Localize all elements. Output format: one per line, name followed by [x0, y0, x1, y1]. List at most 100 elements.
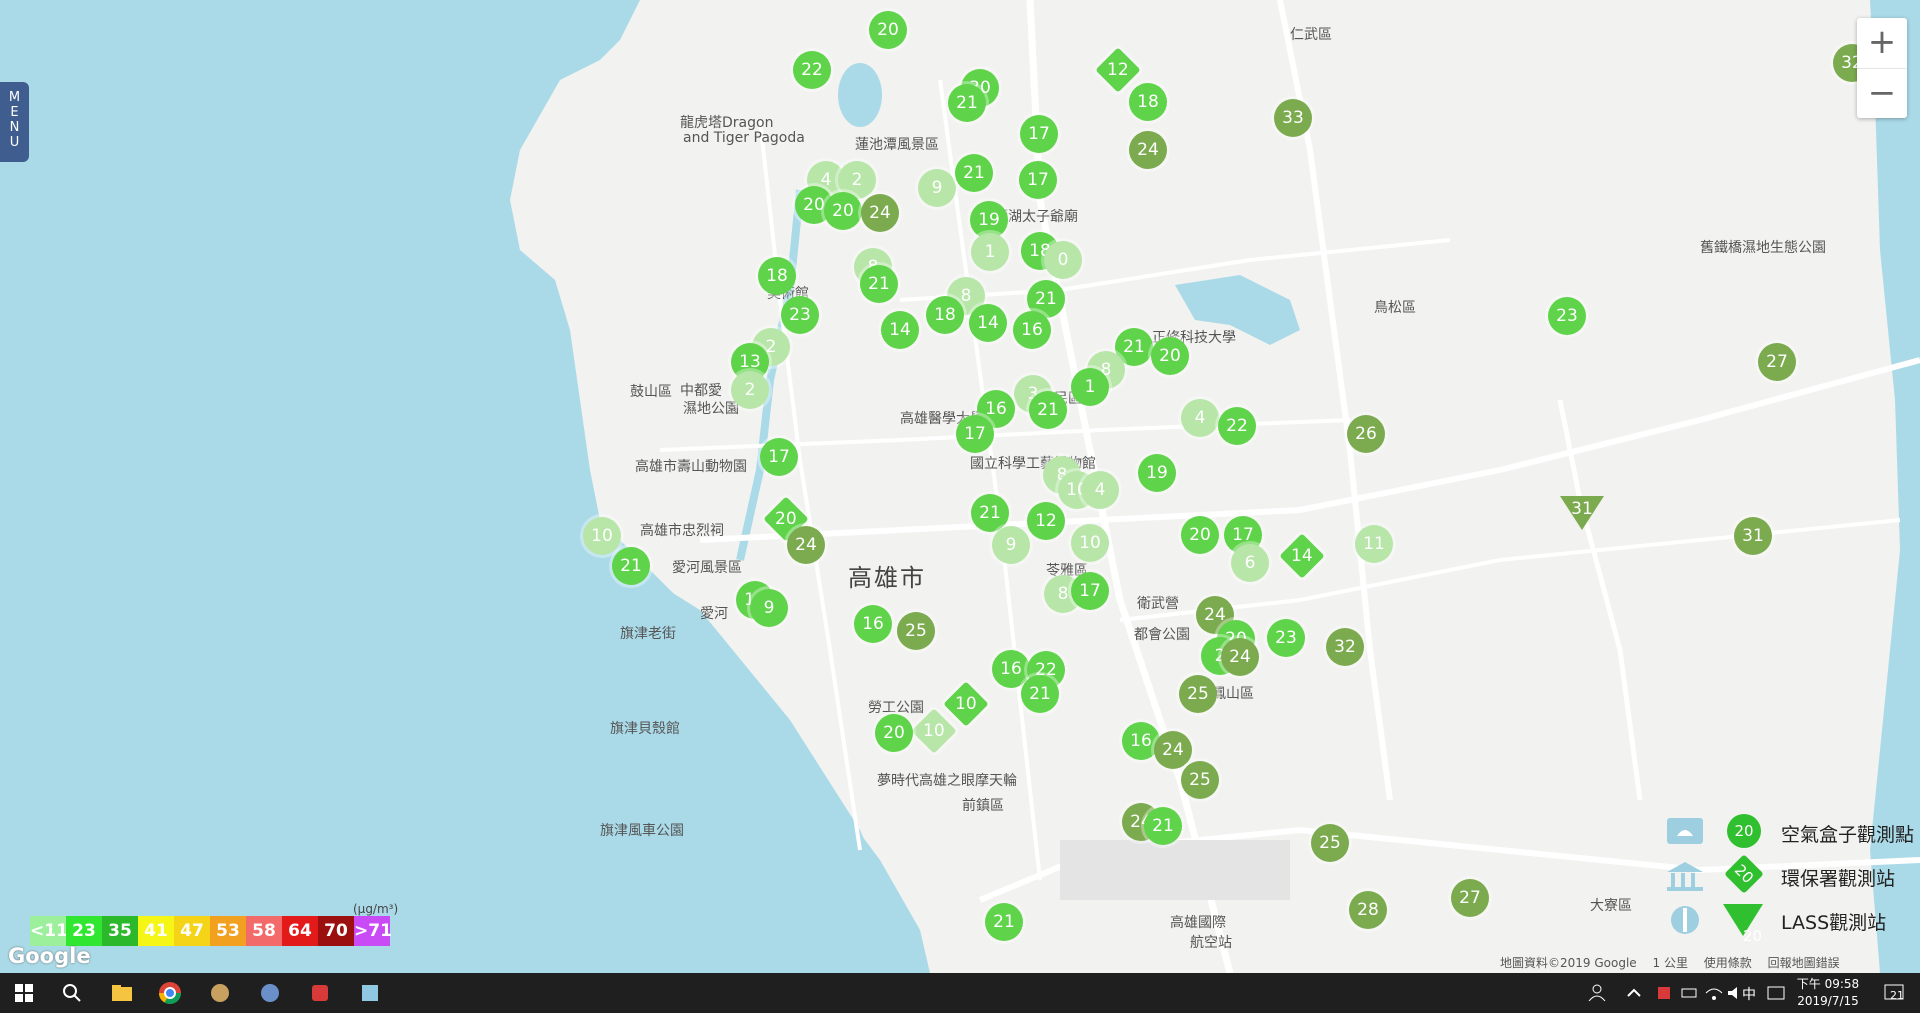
station-marker-value: 20 — [1189, 525, 1211, 545]
station-marker[interactable]: 24 — [1154, 731, 1192, 769]
zoom-out-button[interactable]: − — [1857, 69, 1907, 119]
station-marker-value: 20 — [883, 723, 905, 743]
station-marker[interactable]: 21 — [860, 265, 898, 303]
station-marker[interactable]: 23 — [1267, 619, 1305, 657]
place-label: 蓮池潭風景區 — [855, 137, 939, 153]
station-marker[interactable]: 31 — [1560, 496, 1604, 530]
station-marker[interactable]: 25 — [1311, 824, 1349, 862]
station-marker[interactable]: 21 — [985, 903, 1023, 941]
place-label: 濕地公園 — [683, 401, 739, 417]
station-marker[interactable]: 21 — [948, 84, 986, 122]
place-label: 航空站 — [1190, 935, 1232, 951]
zoom-in-button[interactable]: + — [1857, 18, 1907, 69]
station-marker-value: 10 — [1079, 533, 1101, 553]
station-marker[interactable]: 24 — [861, 194, 899, 232]
place-label: 中都愛 — [680, 383, 722, 399]
station-marker[interactable]: 14 — [881, 311, 919, 349]
station-marker[interactable]: 26 — [1347, 415, 1385, 453]
station-marker[interactable]: 20 — [1181, 516, 1219, 554]
station-marker[interactable]: 10 — [583, 517, 621, 555]
search-icon[interactable] — [58, 979, 86, 1007]
station-marker-value: 21 — [993, 912, 1015, 932]
station-marker[interactable]: 17 — [1020, 115, 1058, 153]
station-marker[interactable]: 24 — [1129, 131, 1167, 169]
station-marker[interactable]: 10 — [1071, 524, 1109, 562]
station-marker[interactable]: 4 — [1181, 399, 1219, 437]
station-marker[interactable]: 2 — [731, 371, 769, 409]
station-marker[interactable]: 11 — [1355, 525, 1393, 563]
station-marker[interactable]: 17 — [1071, 572, 1109, 610]
station-marker[interactable]: 6 — [1231, 544, 1269, 582]
file-explorer-icon[interactable] — [108, 979, 136, 1007]
station-marker[interactable]: 1 — [1071, 368, 1109, 406]
station-marker[interactable]: 31 — [1734, 517, 1772, 555]
station-marker[interactable]: 27 — [1451, 879, 1489, 917]
chrome-icon[interactable] — [156, 979, 184, 1007]
aqi-scale-swatch: >71 — [354, 916, 392, 946]
station-marker[interactable]: 18 — [1129, 83, 1167, 121]
people-icon[interactable] — [1583, 979, 1611, 1007]
place-label: 高雄市 — [848, 564, 926, 592]
station-marker[interactable]: 12 — [1027, 502, 1065, 540]
station-marker[interactable]: 21 — [1144, 807, 1182, 845]
station-marker[interactable]: 23 — [1548, 297, 1586, 335]
chevron-up-icon[interactable] — [1620, 979, 1648, 1007]
app-icon-4[interactable] — [356, 979, 384, 1007]
station-marker[interactable]: 20 — [824, 192, 862, 230]
station-marker[interactable]: 4 — [1081, 471, 1119, 509]
basemap — [0, 0, 1920, 973]
report-error-link[interactable]: 回報地圖錯誤 — [1768, 956, 1840, 970]
station-marker[interactable]: 16 — [1013, 311, 1051, 349]
station-marker[interactable]: 18 — [926, 296, 964, 334]
station-marker[interactable]: 16 — [854, 605, 892, 643]
station-marker[interactable]: 17 — [1019, 161, 1057, 199]
station-marker[interactable]: 20 — [1151, 337, 1189, 375]
station-marker[interactable]: 17 — [760, 438, 798, 476]
terms-link[interactable]: 使用條款 — [1704, 956, 1752, 970]
station-marker[interactable]: 21 — [955, 154, 993, 192]
station-marker[interactable]: 21 — [1029, 391, 1067, 429]
windows-start-icon[interactable] — [10, 979, 38, 1007]
station-marker[interactable]: 24 — [787, 526, 825, 564]
app-icon-2[interactable] — [256, 979, 284, 1007]
station-marker-value: 14 — [889, 320, 911, 340]
station-marker-value: 24 — [795, 535, 817, 555]
station-marker[interactable]: 9 — [918, 169, 956, 207]
station-marker[interactable]: 21 — [612, 547, 650, 585]
menu-tab[interactable]: MENU — [0, 82, 29, 162]
place-label: 舊鐵橋濕地生態公園 — [1700, 240, 1826, 256]
station-marker[interactable]: 1 — [971, 233, 1009, 271]
station-marker[interactable]: 19 — [1138, 454, 1176, 492]
station-marker[interactable]: 28 — [1349, 891, 1387, 929]
app-icon-1[interactable] — [206, 979, 234, 1007]
station-marker[interactable]: 22 — [793, 51, 831, 89]
station-marker[interactable]: 21 — [1021, 675, 1059, 713]
station-marker[interactable]: 0 — [1044, 241, 1082, 279]
place-label: 高雄市壽山動物園 — [635, 459, 747, 475]
station-marker[interactable]: 23 — [781, 296, 819, 334]
security-icon[interactable] — [1650, 979, 1678, 1007]
station-marker[interactable]: 14 — [969, 304, 1007, 342]
station-marker[interactable]: 18 — [758, 257, 796, 295]
taskbar-clock[interactable]: 下午 09:58 2019/7/15 — [1788, 976, 1868, 1010]
station-marker[interactable]: 25 — [1179, 675, 1217, 713]
station-marker-value: 26 — [1355, 424, 1377, 444]
map-canvas[interactable]: 仁武區 鳥松區 鼓山區 高雄市 苓雅區 鳳山區 前鎮區 大寮區 龍虎塔Dragon and Tig… — [0, 0, 1920, 973]
station-marker[interactable]: 27 — [1758, 343, 1796, 381]
station-marker[interactable]: 25 — [1181, 761, 1219, 799]
station-marker[interactable]: 25 — [897, 612, 935, 650]
station-marker[interactable]: 24 — [1221, 638, 1259, 676]
app-icon-3[interactable] — [306, 979, 334, 1007]
ime-indicator[interactable]: 中 — [1742, 984, 1756, 1004]
station-marker[interactable]: 17 — [956, 415, 994, 453]
station-marker-value: 1 — [1084, 377, 1096, 397]
station-marker[interactable]: 32 — [1326, 628, 1364, 666]
airbox-icon — [1667, 818, 1703, 844]
station-marker[interactable]: 33 — [1274, 99, 1312, 137]
station-marker[interactable]: 20 — [875, 714, 913, 752]
keyboard-icon[interactable] — [1762, 979, 1790, 1007]
station-marker[interactable]: 20 — [869, 11, 907, 49]
station-marker[interactable]: 9 — [992, 526, 1030, 564]
station-marker[interactable]: 22 — [1218, 407, 1256, 445]
station-marker[interactable]: 9 — [750, 589, 788, 627]
